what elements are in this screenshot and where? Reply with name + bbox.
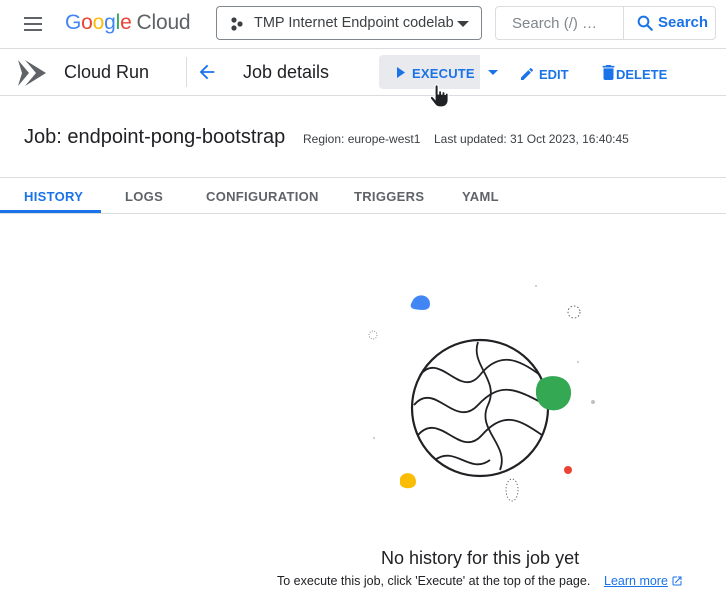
search-button-label: Search — [658, 14, 709, 31]
top-bar: Google Cloud TMP Internet Endpoint codela… — [0, 0, 726, 48]
search-box: Search — [495, 6, 716, 40]
play-icon — [397, 67, 405, 78]
empty-state-illustration — [368, 285, 595, 502]
caret-down-icon — [488, 70, 498, 75]
page-title: Job details — [243, 62, 330, 82]
yellow-blob — [400, 473, 416, 489]
green-blob — [535, 376, 572, 411]
divider — [186, 57, 187, 87]
dotted-ellipse — [505, 478, 519, 502]
cloud-run-icon — [18, 60, 46, 86]
project-selector[interactable]: TMP Internet Endpoint codelab — [216, 6, 482, 40]
job-region: Region: europe-west1 — [303, 132, 421, 146]
delete-label: DELETE — [616, 67, 668, 82]
empty-state-subtitle: To execute this job, click 'Execute' at … — [277, 574, 591, 588]
execute-dropdown-button[interactable] — [482, 55, 504, 89]
active-tab-indicator — [0, 210, 101, 213]
search-input[interactable] — [496, 7, 623, 39]
job-last-updated: Last updated: 31 Oct 2023, 16:40:45 — [434, 132, 629, 146]
globe-illustration — [410, 338, 550, 478]
blue-blob — [410, 295, 430, 310]
tab-yaml[interactable]: YAML — [462, 189, 499, 204]
job-title: Job: endpoint-pong-bootstrap — [24, 126, 286, 148]
hamburger-icon[interactable] — [22, 14, 46, 34]
execute-label: EXECUTE — [412, 66, 475, 81]
project-icon — [231, 17, 243, 31]
project-name: TMP Internet Endpoint codelab — [254, 15, 454, 31]
hand-cursor-icon — [429, 84, 449, 108]
search-icon — [637, 15, 653, 31]
trash-icon — [602, 65, 615, 80]
tab-configuration[interactable]: CONFIGURATION — [206, 189, 319, 204]
chevron-down-icon — [457, 21, 469, 27]
learn-more-link[interactable]: Learn more — [604, 574, 668, 588]
tab-triggers[interactable]: TRIGGERS — [354, 189, 424, 204]
dotted-circle — [567, 305, 581, 319]
product-name[interactable]: Cloud Run — [64, 62, 149, 83]
red-dot — [564, 466, 572, 474]
product-bar: Cloud Run Job details EXECUTE EDIT DELET… — [0, 48, 726, 96]
edit-label: EDIT — [539, 67, 569, 82]
tab-bar: HISTORY LOGS CONFIGURATION TRIGGERS YAML — [0, 177, 726, 214]
tab-logs[interactable]: LOGS — [125, 189, 163, 204]
arrow-back-icon[interactable] — [196, 61, 218, 83]
google-cloud-logo[interactable]: Google Cloud — [65, 11, 191, 35]
search-button[interactable]: Search — [623, 6, 716, 40]
pencil-icon — [521, 67, 533, 80]
empty-state-title-text: No history for this job yet — [381, 548, 580, 568]
tab-history[interactable]: HISTORY — [24, 189, 83, 204]
open-in-new-icon[interactable] — [671, 575, 683, 587]
